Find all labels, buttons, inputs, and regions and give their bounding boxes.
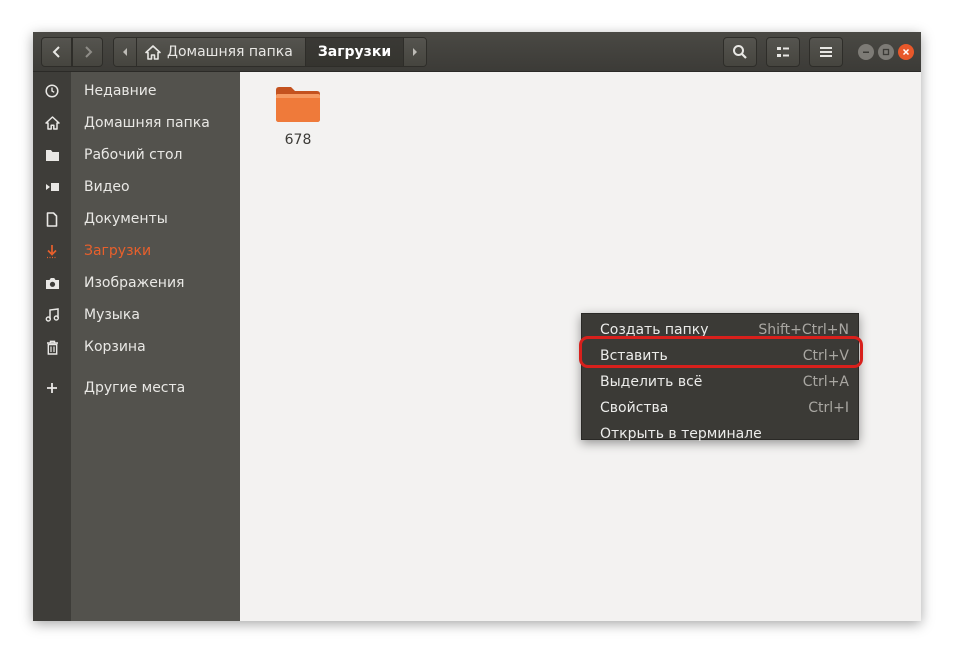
trash-icon [43, 338, 61, 356]
music-icon [43, 306, 61, 324]
minimize-button[interactable] [858, 44, 874, 60]
folder-icon [276, 87, 320, 122]
document-icon [43, 210, 61, 228]
context-menu: Создать папку Shift+Ctrl+N Вставить Ctrl… [581, 313, 859, 442]
sidebar-item-home[interactable]: Домашняя папка [33, 108, 240, 138]
sidebar-item-trash[interactable]: Корзина [33, 332, 240, 362]
clock-icon [43, 82, 61, 100]
plus-icon [43, 379, 61, 397]
breadcrumb-current-label: Загрузки [317, 44, 392, 60]
sidebar-item-label: Корзина [84, 339, 146, 355]
menu-item-properties[interactable]: Свойства Ctrl+I [582, 395, 858, 421]
sidebar-item-label: Видео [84, 179, 130, 195]
search-icon [733, 45, 747, 59]
sidebar-item-documents[interactable]: Документы [33, 204, 240, 234]
sidebar-item-label: Недавние [84, 83, 157, 99]
minimize-icon [863, 51, 869, 53]
sidebar-item-downloads[interactable]: Загрузки [33, 236, 240, 266]
sidebar-item-label: Рабочий стол [84, 147, 183, 163]
menu-item-shortcut: Ctrl+A [802, 374, 849, 390]
sidebar-item-label: Загрузки [84, 243, 152, 259]
hamburger-menu-icon [820, 47, 832, 57]
search-button[interactable] [723, 37, 757, 67]
triangle-right-icon [413, 48, 418, 56]
maximize-icon [882, 48, 890, 56]
menu-item-select-all[interactable]: Выделить всё Ctrl+A [582, 369, 858, 395]
breadcrumb: Домашняя папка Загрузки [113, 37, 428, 67]
folder-name: 678 [284, 132, 312, 148]
menu-item-open-terminal[interactable]: Открыть в терминале [582, 421, 858, 447]
home-icon [145, 44, 161, 60]
chevron-right-icon [84, 46, 92, 58]
sidebar-item-videos[interactable]: Видео [33, 172, 240, 202]
view-options-button[interactable] [766, 37, 800, 67]
folder-icon [43, 146, 61, 164]
triangle-left-icon [123, 48, 127, 56]
folder-item[interactable]: 678 [266, 84, 330, 148]
menu-item-label: Свойства [600, 400, 669, 416]
menu-item-label: Открыть в терминале [600, 426, 762, 442]
menu-item-shortcut: Ctrl+I [808, 400, 849, 416]
sidebar-item-label: Домашняя папка [84, 115, 210, 131]
menu-item-label: Выделить всё [600, 374, 703, 390]
sidebar-item-recent[interactable]: Недавние [33, 76, 240, 106]
download-icon [43, 242, 61, 260]
camera-icon [43, 274, 61, 292]
pathbar-scroll-right-button[interactable] [404, 38, 427, 66]
chevron-left-icon [52, 46, 60, 58]
maximize-button[interactable] [878, 44, 894, 60]
sidebar-item-label: Другие места [84, 380, 186, 396]
sidebar-item-music[interactable]: Музыка [33, 300, 240, 330]
video-icon [43, 178, 61, 196]
sidebar: Недавние Домашняя папка Рабочий стол Вид… [33, 72, 240, 621]
breadcrumb-home[interactable]: Домашняя папка [136, 38, 305, 66]
sidebar-item-label: Музыка [84, 307, 140, 323]
header-bar: Домашняя папка Загрузки [33, 32, 921, 72]
sidebar-item-label: Документы [84, 211, 168, 227]
breadcrumb-current[interactable]: Загрузки [304, 38, 405, 66]
list-view-icon [777, 47, 789, 57]
pathbar-scroll-left-button[interactable] [114, 38, 136, 66]
breadcrumb-home-label: Домашняя папка [167, 44, 293, 60]
close-icon [902, 48, 910, 56]
sidebar-item-other-locations[interactable]: Другие места [33, 373, 240, 403]
main-menu-button[interactable] [809, 37, 843, 67]
close-button[interactable] [898, 44, 914, 60]
sidebar-item-pictures[interactable]: Изображения [33, 268, 240, 298]
sidebar-item-label: Изображения [84, 275, 185, 291]
back-button[interactable] [41, 37, 72, 67]
forward-button[interactable] [72, 37, 103, 67]
highlight-ring [579, 336, 863, 368]
home-icon [43, 114, 61, 132]
sidebar-item-desktop[interactable]: Рабочий стол [33, 140, 240, 170]
